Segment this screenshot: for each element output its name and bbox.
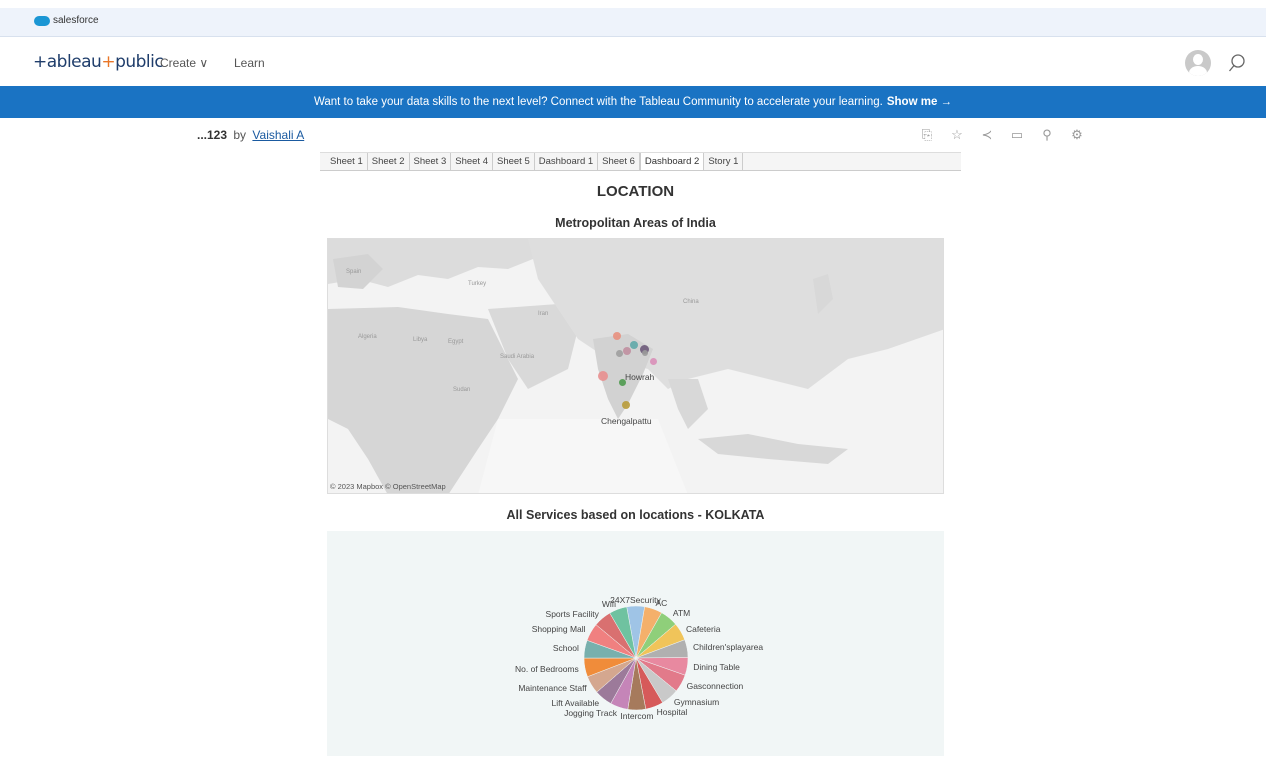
tab-sheet-5[interactable]: Sheet 5 [493,153,535,170]
map-credit: © 2023 Mapbox © OpenStreetMap [330,482,446,491]
map-title: Metropolitan Areas of India [555,216,716,230]
salesforce-logo[interactable]: salesforce [34,15,99,26]
pie-label: No. of Bedrooms [514,663,579,674]
banner-text: Want to take your data skills to the nex… [313,96,883,108]
top-navigation: +ableau+public Create ∨ Learn [0,38,1266,86]
logo-suffix: public [115,52,164,72]
pie-label: ATM [672,608,691,619]
pie-label: Wifi [601,598,617,609]
map-point[interactable] [598,371,608,381]
pie-label: Maintenance Staff [518,682,587,693]
sheet-tabs: Sheet 1 Sheet 2 Sheet 3 Sheet 4 Sheet 5 Dashb… [320,152,961,171]
favorite-star-icon[interactable]: ☆ [948,127,966,143]
tab-sheet-3[interactable]: Sheet 3 [410,153,452,170]
map-region-iran: Iran [538,311,549,317]
map-point[interactable] [630,341,638,349]
salesforce-label: salesforce [53,15,99,26]
tab-sheet-1[interactable]: Sheet 1 [326,153,368,170]
user-avatar-icon[interactable] [1185,50,1211,76]
pie-label: Lift Available [551,698,600,709]
tableau-public-logo[interactable]: +ableau+public [33,52,164,72]
tab-sheet-4[interactable]: Sheet 4 [451,153,493,170]
viz-toolbar: ⎘ ☆ ≺ ▭ ⚲ ⚙ [918,127,1086,143]
map-region-saudi: Saudi Arabia [500,354,535,360]
award-icon[interactable]: ⚲ [1038,127,1056,143]
tab-dashboard-1[interactable]: Dashboard 1 [535,153,599,170]
map-point[interactable] [649,357,657,365]
pie-label: Children'splayarea [693,642,764,653]
pie-label: Shopping Mall [531,624,586,635]
map-region-algeria: Algeria [358,334,377,340]
map-region-sudan: Sudan [453,387,471,393]
world-map-background [328,239,943,493]
map-label-howrah: Howrah [625,372,655,382]
map-region-egypt: Egypt [448,339,464,345]
map-point[interactable] [622,401,630,409]
viz-author-link[interactable]: Vaishali A [252,128,304,142]
salesforce-cloud-icon [34,15,50,26]
tab-sheet-2[interactable]: Sheet 2 [368,153,410,170]
community-banner: Want to take your data skills to the nex… [0,86,1266,118]
edit-copy-icon[interactable]: ⎘ [918,127,936,143]
pie-label: 24X7Security [610,595,661,605]
map-label-chengalpattu: Chengalpattu [601,416,652,426]
services-pie-panel: 24X7Security AC ATM Cafeteria Children'splay… [327,531,944,756]
tab-story-1[interactable]: Story 1 [704,153,744,170]
pie-label: Gasconnection [686,681,744,692]
salesforce-bar: salesforce [0,8,1266,37]
pie-label: Cafeteria [685,623,721,634]
map-region-spain: Spain [346,269,362,275]
india-map[interactable]: Spain Turkey China Algeria Libya Egypt S… [327,238,944,494]
search-icon[interactable] [1228,53,1246,73]
dashboard-title: LOCATION [596,183,675,200]
map-point[interactable] [623,347,631,355]
map-point[interactable] [615,349,623,357]
comment-icon[interactable]: ▭ [1008,127,1026,143]
viz-header: ...123 by Vaishali A [197,128,304,142]
nav-create-menu[interactable]: Create ∨ [160,56,208,70]
pie-label: Jogging Track [564,707,617,718]
banner-show-me-link[interactable]: Show me → [887,96,952,108]
services-pie-chart[interactable] [327,531,944,756]
share-icon[interactable]: ≺ [978,127,996,143]
pie-label: Intercom [620,710,654,721]
pie-label: Hospital [656,707,688,718]
viz-title: ...123 [197,128,228,142]
map-point[interactable] [613,332,621,340]
map-point[interactable] [642,350,648,356]
nav-learn-link[interactable]: Learn [234,56,265,70]
settings-gear-icon[interactable]: ⚙ [1068,127,1086,143]
tab-dashboard-2[interactable]: Dashboard 2 [639,153,705,170]
map-region-turkey: Turkey [468,281,487,287]
logo-accent: + [101,52,116,72]
tab-sheet-6[interactable]: Sheet 6 [598,153,640,170]
pie-label: Gymnasium [673,696,720,707]
logo-main: +ableau [33,52,102,72]
pie-title: All Services based on locations - KOLKAT… [506,508,765,522]
pie-label: Dining Table [693,662,740,673]
pie-label: Sports Facility [545,608,599,619]
pie-label: School [552,643,579,654]
viz-by-label: by [233,128,247,142]
map-region-libya: Libya [413,337,428,343]
pie-label: AC [655,598,668,609]
map-region-china: China [683,299,699,305]
